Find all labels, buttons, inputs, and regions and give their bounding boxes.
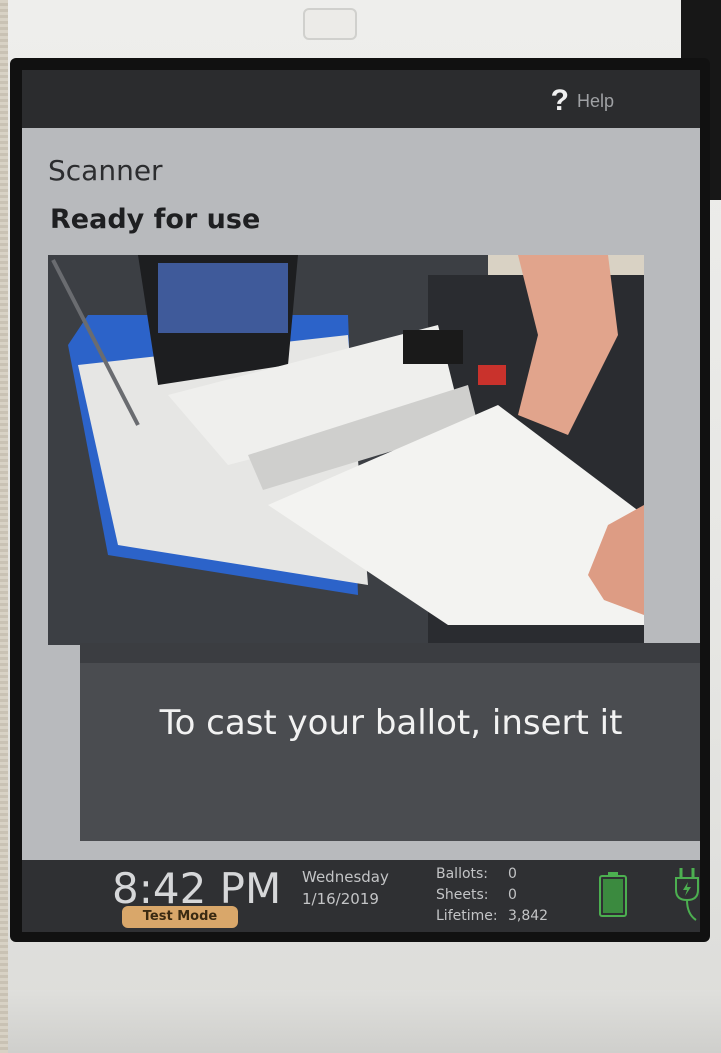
counter-row-ballots: Ballots: 0 (436, 864, 548, 885)
counter-label: Ballots: (436, 866, 489, 882)
help-label: Help (576, 90, 614, 111)
instruction-panel: To cast your ballot, insert it (80, 643, 700, 841)
counter-row-sheets: Sheets: 0 (436, 885, 548, 906)
top-bar: ? Help (22, 70, 700, 128)
counter-value: 0 (508, 866, 517, 882)
counter-row-lifetime: Lifetime: 3,842 (436, 906, 548, 927)
counter-label: Sheets: (436, 887, 489, 903)
counter-value: 0 (508, 887, 517, 903)
help-button[interactable]: ? Help (551, 86, 614, 116)
counter-label: Lifetime: (436, 908, 498, 924)
device-bottom-ledge (8, 990, 721, 1053)
weekday: Wednesday (302, 868, 389, 886)
counter-value: 3,842 (508, 908, 549, 924)
touch-screen: ? Help Scanner Ready for use To cast you… (22, 70, 700, 932)
instruction-text: To cast your ballot, insert it (159, 703, 623, 743)
status-bar: 8:42 PM Test Mode Wednesday 1/16/2019 Ba… (22, 860, 700, 932)
panel-header-band (80, 643, 700, 663)
power-plug-icon (672, 868, 700, 922)
date-display: Wednesday 1/16/2019 (302, 866, 389, 910)
battery-full-icon (598, 872, 628, 918)
status-heading: Ready for use (50, 204, 261, 235)
date: 1/16/2019 (302, 890, 379, 908)
device-title: Scanner (48, 154, 163, 187)
instruction-photo (48, 255, 644, 645)
bezel-notch (303, 8, 357, 40)
test-mode-badge: Test Mode (122, 906, 238, 928)
question-mark-icon: ? (550, 84, 569, 117)
ballot-counters: Ballots: 0 Sheets: 0 Lifetime: 3,842 (436, 864, 548, 927)
